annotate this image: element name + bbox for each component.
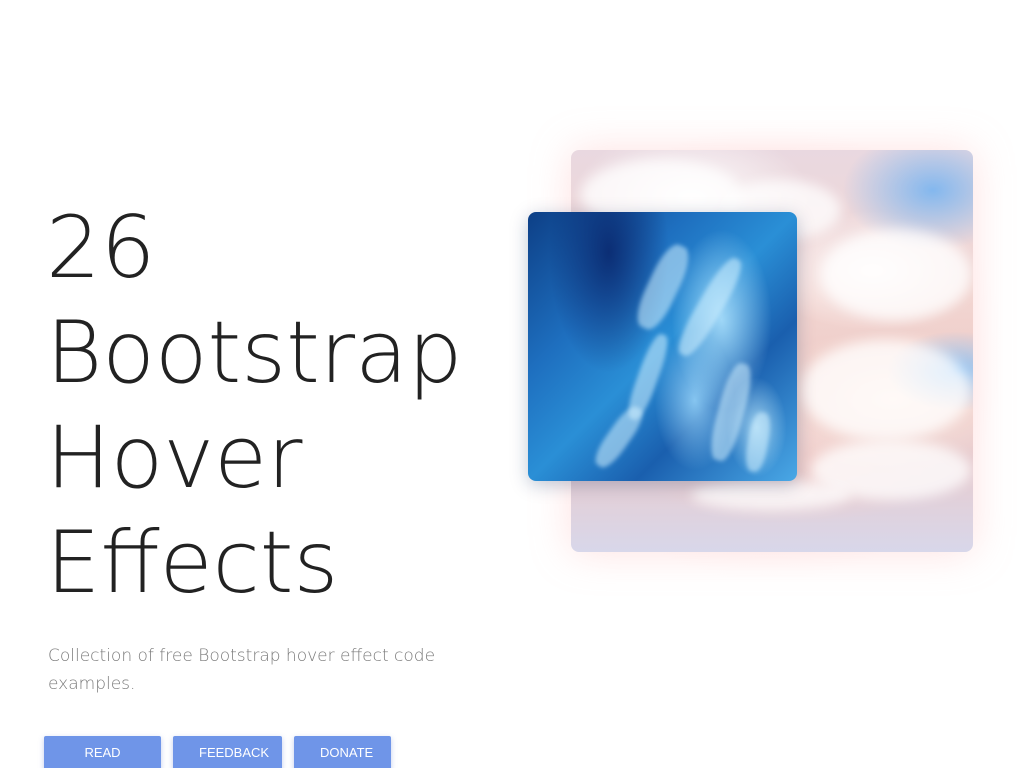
hero-title-line-2: Bootstrap: [46, 303, 463, 403]
hero-title-line-1: 26: [46, 198, 156, 298]
hero-title: 26 Bootstrap Hover Effects: [46, 196, 486, 616]
feedback-button[interactable]: FEEDBACK: [173, 736, 282, 768]
hero-subtitle: Collection of free Bootstrap hover effec…: [48, 646, 436, 694]
donate-button[interactable]: DONATE: [294, 736, 391, 768]
page: 26 Bootstrap Hover Effects Collection of…: [0, 0, 1024, 768]
button-row: READ MORE FEEDBACK DONATE: [44, 736, 391, 768]
read-more-button[interactable]: READ MORE: [44, 736, 161, 768]
ice-cave-image: [528, 212, 797, 481]
hero-title-line-4: Effects: [46, 513, 339, 613]
hero-title-line-3: Hover: [46, 408, 303, 508]
